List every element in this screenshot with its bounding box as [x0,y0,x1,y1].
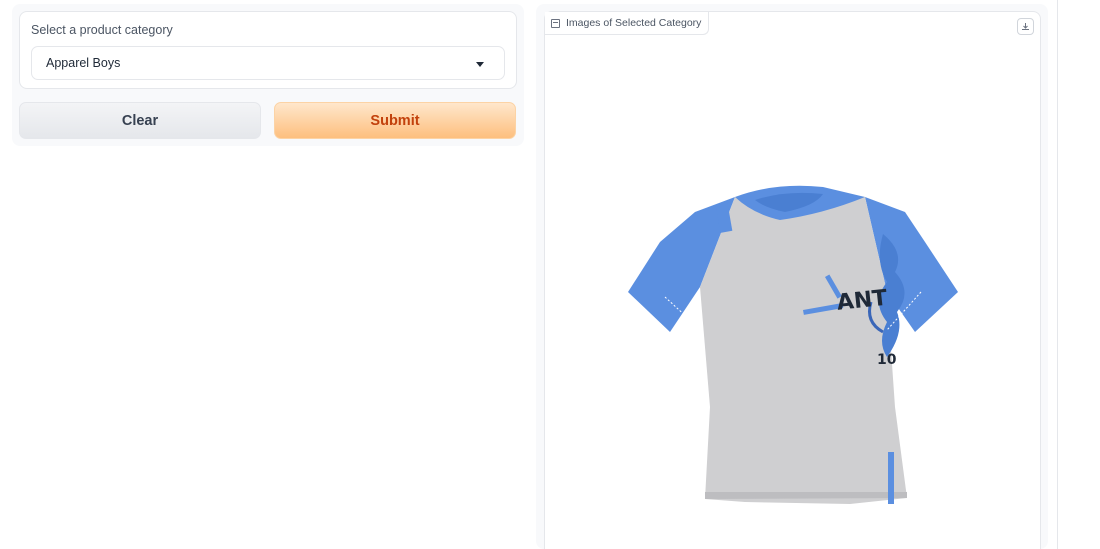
page-divider [1057,0,1058,549]
clear-button[interactable]: Clear [19,102,261,139]
shirt-print-text: ANT [836,286,889,316]
category-dropdown-block: Select a product category Apparel Boys [19,11,517,89]
download-button[interactable] [1017,18,1034,35]
download-icon [1022,23,1029,30]
gallery-label: Images of Selected Category [545,12,710,35]
shirt-print-number: 10 [877,352,897,368]
image-icon [551,18,560,28]
chevron-down-icon[interactable] [476,62,484,67]
dropdown-label: Select a product category [31,23,173,37]
image-gallery: Images of Selected Category ANT 10 [544,11,1041,549]
selected-category: Apparel Boys [46,56,121,70]
submit-button[interactable]: Submit [274,102,516,139]
gallery-label-text: Images of Selected Category [566,17,702,29]
category-select[interactable]: Apparel Boys [31,46,505,80]
tshirt-product-image: ANT 10 [628,185,958,504]
